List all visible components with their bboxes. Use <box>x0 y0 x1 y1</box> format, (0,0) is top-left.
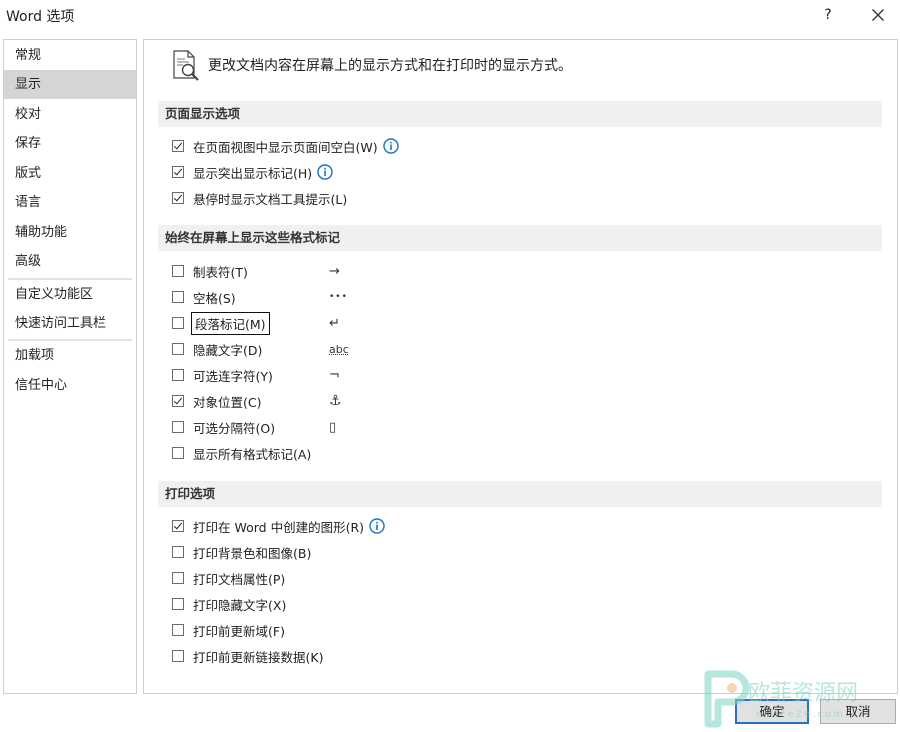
checkbox-checked[interactable] <box>172 520 184 532</box>
option-label: 打印在 Word 中创建的图形(R) <box>193 519 365 535</box>
option-label: 显示所有格式标记(A) <box>193 446 312 462</box>
option-label: 空格(S) <box>193 290 236 306</box>
option-label: 可选连字符(Y) <box>193 368 273 384</box>
sidebar-item-save[interactable]: 保存 <box>4 129 136 158</box>
checkbox-unchecked[interactable] <box>172 546 184 558</box>
info-icon <box>382 138 399 154</box>
option-optional-hyphens[interactable]: 可选连字符(Y) <box>172 364 273 386</box>
section-print-options: 打印选项 <box>158 481 882 507</box>
page-description: 更改文档内容在屏幕上的显示方式和在打印时的显示方式。 <box>208 58 572 74</box>
sidebar-item-display[interactable]: 显示 <box>4 70 136 99</box>
option-document-tooltips[interactable]: 悬停时显示文档工具提示(L) <box>172 187 347 209</box>
checkbox-unchecked[interactable] <box>172 421 184 433</box>
section-formatting-marks: 始终在屏幕上显示这些格式标记 <box>158 225 882 251</box>
option-show-highlighter[interactable]: 显示突出显示标记(H) <box>172 161 333 183</box>
checkbox-unchecked[interactable] <box>172 369 184 381</box>
option-print-properties[interactable]: 打印文档属性(P) <box>172 567 285 589</box>
cancel-button[interactable]: 取消 <box>820 699 896 724</box>
tab-mark-symbol: → <box>329 263 340 279</box>
option-label: 对象位置(C) <box>193 394 262 410</box>
sidebar-item-proofing[interactable]: 校对 <box>4 100 136 129</box>
option-show-all-marks[interactable]: 显示所有格式标记(A) <box>172 442 311 464</box>
option-object-anchors[interactable]: 对象位置(C) <box>172 390 261 412</box>
checkbox-unchecked[interactable] <box>172 317 184 329</box>
sidebar-item-advanced[interactable]: 高级 <box>4 247 136 276</box>
checkbox-unchecked[interactable] <box>172 291 184 303</box>
sidebar: 常规 显示 校对 保存 版式 语言 辅助功能 高级 自定义功能区 快速访问工具栏… <box>3 39 137 694</box>
checkbox-checked[interactable] <box>172 140 184 152</box>
checkbox-checked[interactable] <box>172 192 184 204</box>
option-label: 在页面视图中显示页面间空白(W) <box>193 139 378 155</box>
checkbox-unchecked[interactable] <box>172 447 184 459</box>
close-button[interactable] <box>864 2 892 28</box>
close-icon <box>872 9 884 21</box>
option-label: 显示突出显示标记(H) <box>193 165 313 181</box>
option-label: 打印前更新域(F) <box>193 623 285 639</box>
optional-hyphen-symbol: ¬ <box>329 367 340 383</box>
option-print-background[interactable]: 打印背景色和图像(B) <box>172 541 311 563</box>
sidebar-item-general[interactable]: 常规 <box>4 41 136 70</box>
option-show-whitespace[interactable]: 在页面视图中显示页面间空白(W) <box>172 135 399 157</box>
checkbox-unchecked[interactable] <box>172 624 184 636</box>
option-label: 打印前更新链接数据(K) <box>193 649 324 665</box>
sidebar-item-language[interactable]: 语言 <box>4 188 136 217</box>
window-title: Word 选项 <box>6 9 75 25</box>
option-label: 悬停时显示文档工具提示(L) <box>193 191 348 207</box>
sidebar-item-quick-access-toolbar[interactable]: 快速访问工具栏 <box>4 309 136 338</box>
info-icon <box>369 518 385 534</box>
space-mark-symbol: ••• <box>329 292 348 302</box>
option-label: 打印背景色和图像(B) <box>193 545 312 561</box>
option-label: 打印文档属性(P) <box>193 571 286 587</box>
info-icon <box>317 164 333 180</box>
option-label: 打印隐藏文字(X) <box>193 597 287 613</box>
option-label: 可选分隔符(O) <box>193 420 276 436</box>
option-print-hidden-text[interactable]: 打印隐藏文字(X) <box>172 593 286 615</box>
document-magnifier-icon <box>171 49 203 83</box>
checkbox-unchecked[interactable] <box>172 598 184 610</box>
checkbox-checked[interactable] <box>172 395 184 407</box>
sidebar-item-trust-center[interactable]: 信任中心 <box>4 371 136 400</box>
sidebar-item-add-ins[interactable]: 加载项 <box>4 341 136 370</box>
option-print-drawings[interactable]: 打印在 Word 中创建的图形(R) <box>172 515 385 537</box>
option-paragraph-marks[interactable]: 段落标记(M) <box>172 311 270 335</box>
paragraph-mark-symbol: ↵ <box>329 315 340 331</box>
checkbox-unchecked[interactable] <box>172 343 184 355</box>
option-optional-breaks[interactable]: 可选分隔符(O) <box>172 416 275 438</box>
option-label: 段落标记(M) <box>191 311 270 335</box>
title-bar: Word 选项 ? <box>0 0 900 32</box>
checkbox-unchecked[interactable] <box>172 265 184 277</box>
sidebar-item-accessibility[interactable]: 辅助功能 <box>4 218 136 247</box>
option-update-fields[interactable]: 打印前更新域(F) <box>172 619 285 641</box>
ok-button[interactable]: 确定 <box>735 699 809 724</box>
checkbox-unchecked[interactable] <box>172 650 184 662</box>
option-tab-characters[interactable]: 制表符(T) <box>172 260 248 282</box>
option-hidden-text[interactable]: 隐藏文字(D) <box>172 338 262 360</box>
help-button[interactable]: ? <box>816 2 840 28</box>
sidebar-item-customize-ribbon[interactable]: 自定义功能区 <box>4 280 136 309</box>
option-label: 制表符(T) <box>193 264 248 280</box>
option-label: 隐藏文字(D) <box>193 342 263 358</box>
anchor-icon: ⚓ <box>329 393 342 409</box>
option-update-linked-data[interactable]: 打印前更新链接数据(K) <box>172 645 323 667</box>
options-panel: 更改文档内容在屏幕上的显示方式和在打印时的显示方式。 页面显示选项 在页面视图中… <box>143 39 898 694</box>
checkbox-unchecked[interactable] <box>172 572 184 584</box>
sidebar-item-layout[interactable]: 版式 <box>4 159 136 188</box>
optional-break-symbol: ▯ <box>329 419 337 435</box>
option-spaces[interactable]: 空格(S) <box>172 286 236 308</box>
checkbox-checked[interactable] <box>172 166 184 178</box>
section-page-display: 页面显示选项 <box>158 101 882 127</box>
hidden-text-symbol: abc <box>329 342 349 356</box>
